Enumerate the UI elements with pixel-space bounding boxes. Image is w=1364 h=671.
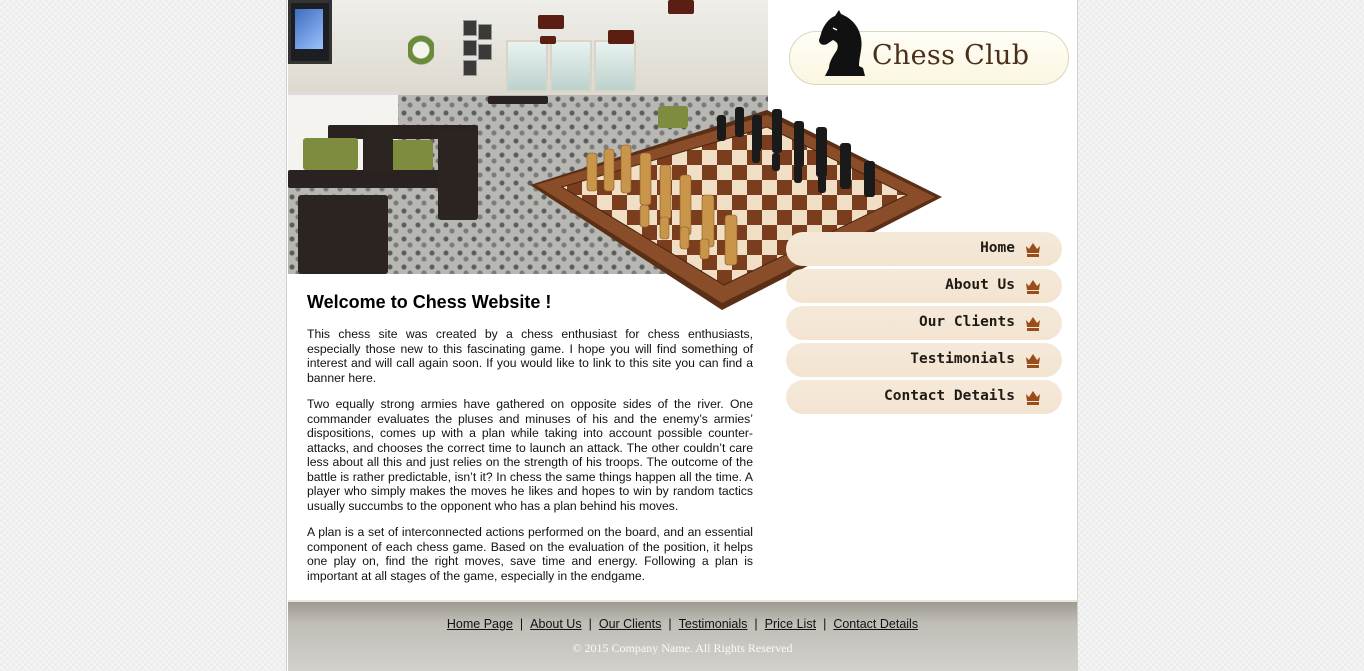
nav-item-label: Our Clients xyxy=(918,314,1015,330)
intro-paragraph: This chess site was created by a chess e… xyxy=(307,327,753,385)
main-content: Welcome to Chess Website ! This chess si… xyxy=(307,292,753,595)
main-nav: Home About Us Our Clients Testimonials C… xyxy=(786,232,1062,417)
footer-link-price-list[interactable]: Price List xyxy=(765,617,816,631)
nav-item-label: Testimonials xyxy=(910,351,1015,367)
crown-icon xyxy=(1026,280,1040,294)
nav-item-label: About Us xyxy=(945,277,1015,293)
body-paragraph: Two equally strong armies have gathered … xyxy=(307,397,753,513)
nav-item-about-us[interactable]: About Us xyxy=(786,269,1062,303)
footer-link-testimonials[interactable]: Testimonials xyxy=(679,617,748,631)
nav-item-our-clients[interactable]: Our Clients xyxy=(786,306,1062,340)
footer-link-our-clients[interactable]: Our Clients xyxy=(599,617,662,631)
footer-separator: | xyxy=(754,617,758,631)
footer-link-contact-details[interactable]: Contact Details xyxy=(833,617,918,631)
page-container: Chess Club Home About Us Our Clients Tes… xyxy=(286,0,1078,671)
footer-separator: | xyxy=(668,617,672,631)
nav-item-testimonials[interactable]: Testimonials xyxy=(786,343,1062,377)
footer-separator: | xyxy=(519,617,524,631)
footer-separator: | xyxy=(588,617,592,631)
knight-icon xyxy=(819,10,865,76)
nav-item-contact-details[interactable]: Contact Details xyxy=(786,380,1062,414)
crown-icon xyxy=(1026,317,1040,331)
nav-item-label: Home xyxy=(980,240,1015,256)
body-paragraph: A plan is a set of interconnected action… xyxy=(307,525,753,583)
footer-link-about-us[interactable]: About Us xyxy=(530,617,581,631)
crown-icon xyxy=(1026,243,1040,257)
footer: Home Page | About Us | Our Clients | Testimoni… xyxy=(288,600,1077,671)
crown-icon xyxy=(1026,354,1040,368)
copyright-text: © 2015 Company Name. All Rights Reserved xyxy=(572,641,793,655)
tv-screen xyxy=(288,0,332,64)
crown-icon xyxy=(1026,391,1040,405)
site-title[interactable]: Chess Club xyxy=(872,40,1029,71)
page-heading: Welcome to Chess Website ! xyxy=(307,292,552,312)
footer-separator: | xyxy=(823,617,827,631)
footer-link-home-page[interactable]: Home Page xyxy=(447,617,513,631)
nav-item-label: Contact Details xyxy=(884,388,1015,404)
nav-item-home[interactable]: Home xyxy=(786,232,1062,266)
footer-links: Home Page | About Us | Our Clients | Testimoni… xyxy=(288,617,1077,631)
